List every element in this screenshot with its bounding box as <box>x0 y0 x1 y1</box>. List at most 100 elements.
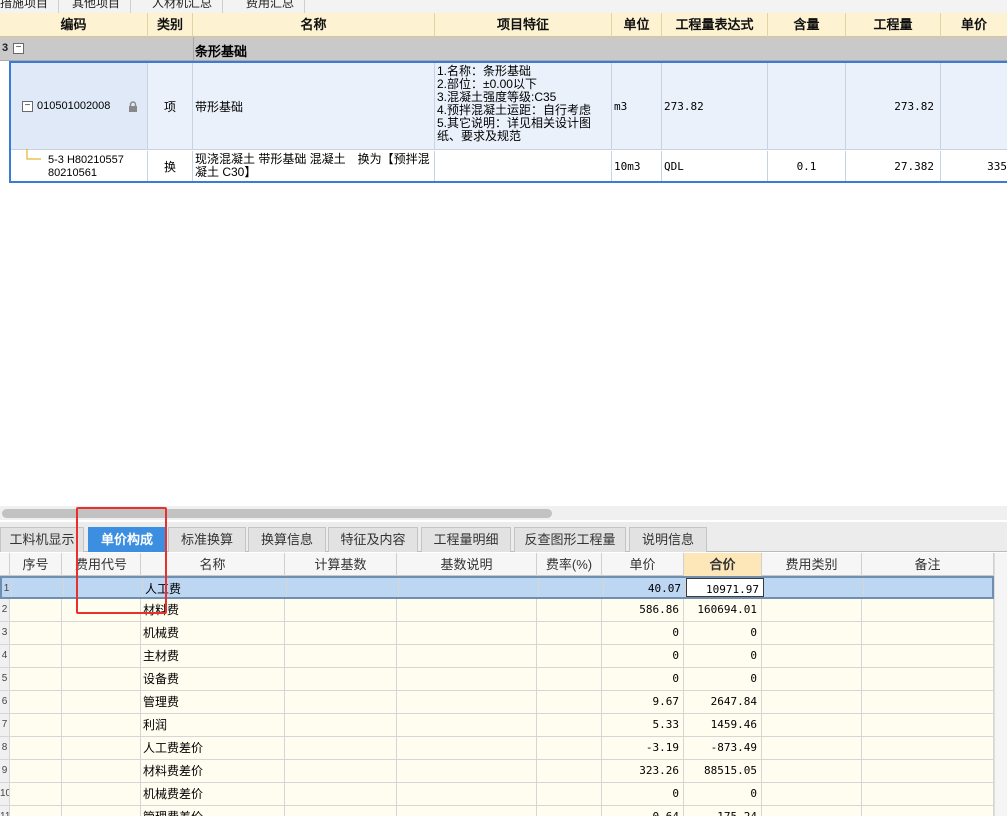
cell-remarks[interactable] <box>862 760 994 782</box>
cell-fee-name[interactable]: 人工费 <box>143 578 287 597</box>
cell-calc-base[interactable] <box>285 599 397 621</box>
cell-base-desc[interactable] <box>397 645 537 667</box>
cell-seq[interactable] <box>10 714 62 736</box>
col-rate[interactable]: 费率(%) <box>537 553 602 576</box>
cell-rate[interactable] <box>537 806 602 816</box>
cell-remarks[interactable] <box>862 622 994 644</box>
cell-fee-name[interactable]: 材料费 <box>141 599 285 621</box>
cell-base-desc[interactable] <box>397 760 537 782</box>
cell-calc-base[interactable] <box>285 737 397 759</box>
cell-fee-category[interactable] <box>762 714 862 736</box>
cell-fee-code[interactable] <box>62 783 141 805</box>
cell-unit-price[interactable]: 586.86 <box>602 599 684 621</box>
cell-unit-price[interactable]: 0 <box>602 783 684 805</box>
cell-calc-base[interactable] <box>285 783 397 805</box>
cell-fee-category[interactable] <box>762 760 862 782</box>
cell-rate[interactable] <box>537 737 602 759</box>
col-type[interactable]: 类别 <box>148 13 193 37</box>
cell-fee-name[interactable]: 主材费 <box>141 645 285 667</box>
cell-rate[interactable] <box>539 578 604 597</box>
table-row[interactable]: 11 管理费差价 0.64175.24 <box>0 806 994 816</box>
cell-unit-price[interactable]: 5.33 <box>602 714 684 736</box>
cell-total[interactable]: 0 <box>684 783 762 805</box>
cell-remarks[interactable] <box>862 668 994 690</box>
col-fee-category[interactable]: 费用类别 <box>762 553 862 576</box>
top-tab-fee-summary[interactable]: 费用汇总 <box>236 0 306 13</box>
cell-fee-category[interactable] <box>762 668 862 690</box>
cell-calc-base[interactable] <box>285 691 397 713</box>
cell-rate[interactable] <box>537 691 602 713</box>
cell-total[interactable]: 10971.97 <box>686 578 764 597</box>
top-tab-labor-material-machine[interactable]: 人材机汇总 <box>142 0 224 13</box>
col-seq[interactable]: 序号 <box>10 553 62 576</box>
cell-fee-name[interactable]: 机械费差价 <box>141 783 285 805</box>
cell-fee-code[interactable] <box>62 737 141 759</box>
cell-base-desc[interactable] <box>397 737 537 759</box>
cell-seq[interactable] <box>10 737 62 759</box>
col-content[interactable]: 含量 <box>768 13 846 37</box>
tab-unit-price-composition[interactable]: 单价构成 <box>88 527 166 552</box>
col-total[interactable]: 合价 <box>684 553 762 576</box>
table-row[interactable]: 8 人工费差价 -3.19 -873.49 <box>0 737 994 760</box>
tab-description-info[interactable]: 说明信息 <box>629 527 707 552</box>
cell-unit-price[interactable]: 0 <box>602 668 684 690</box>
cell-fee-name[interactable]: 利润 <box>141 714 285 736</box>
table-row[interactable]: 9 材料费差价 323.26 88515.05 <box>0 760 994 783</box>
cell-fee-code[interactable] <box>64 578 143 597</box>
tab-graphic-quantity-lookup[interactable]: 反查图形工程量 <box>514 527 626 552</box>
cell-unit-price[interactable]: 323.26 <box>602 760 684 782</box>
cell-seq[interactable] <box>12 578 64 597</box>
cell-calc-base[interactable] <box>285 668 397 690</box>
cell-remarks[interactable] <box>862 691 994 713</box>
cell-total[interactable]: 0 <box>684 622 762 644</box>
col-fee-code[interactable]: 费用代号 <box>62 553 141 576</box>
cell-unit-price[interactable]: 40.07 <box>604 578 686 597</box>
cell-unit-price[interactable]: 9.67 <box>602 691 684 713</box>
cell-rate[interactable] <box>537 668 602 690</box>
cell-unit-price[interactable]: 0 <box>602 622 684 644</box>
cell-seq[interactable] <box>10 760 62 782</box>
top-tab-measures[interactable]: 措施项目 <box>0 0 60 13</box>
cell-remarks[interactable] <box>862 645 994 667</box>
cell-fee-code[interactable] <box>62 714 141 736</box>
col-name[interactable]: 名称 <box>193 13 435 37</box>
cell-seq[interactable] <box>10 783 62 805</box>
col-unit[interactable]: 单位 <box>612 13 662 37</box>
cell-calc-base[interactable] <box>285 645 397 667</box>
cell-fee-category[interactable] <box>762 645 862 667</box>
cell-calc-base[interactable] <box>285 806 397 816</box>
cell-rate[interactable] <box>537 622 602 644</box>
cell-calc-base[interactable] <box>285 760 397 782</box>
cell-total[interactable]: 88515.05 <box>684 760 762 782</box>
col-code[interactable]: 编码 <box>0 13 148 37</box>
cell-fee-code[interactable] <box>62 760 141 782</box>
cell-remarks[interactable] <box>862 599 994 621</box>
cell-calc-base[interactable] <box>285 714 397 736</box>
cell-rate[interactable] <box>537 760 602 782</box>
cell-base-desc[interactable] <box>399 578 539 597</box>
col-qty-expr[interactable]: 工程量表达式 <box>662 13 768 37</box>
cell-seq[interactable] <box>10 668 62 690</box>
table-row[interactable]: 1 人工费 40.07 10971.97 <box>0 576 994 599</box>
cell-fee-category[interactable] <box>762 691 862 713</box>
cell-remarks[interactable] <box>862 783 994 805</box>
cell-total[interactable]: -873.49 <box>684 737 762 759</box>
col-unit-price[interactable]: 单价 <box>941 13 1007 37</box>
col-quantity[interactable]: 工程量 <box>846 13 941 37</box>
cell-seq[interactable] <box>10 691 62 713</box>
cell-calc-base[interactable] <box>287 578 399 597</box>
cell-base-desc[interactable] <box>397 714 537 736</box>
tab-labor-material-display[interactable]: 工料机显示 <box>0 527 84 552</box>
cell-seq[interactable] <box>10 599 62 621</box>
cell-rate[interactable] <box>537 599 602 621</box>
scrollbar-thumb[interactable] <box>2 509 552 518</box>
table-row[interactable]: 6 管理费 9.67 2647.84 <box>0 691 994 714</box>
cell-fee-code[interactable] <box>62 668 141 690</box>
cell-unit-price[interactable]: 0.64 <box>602 806 684 816</box>
cell-fee-code[interactable] <box>62 691 141 713</box>
table-row[interactable]: 2 材料费 586.86 160694.01 <box>0 599 994 622</box>
cell-total[interactable]: 2647.84 <box>684 691 762 713</box>
cell-fee-category[interactable] <box>764 578 864 597</box>
cell-base-desc[interactable] <box>397 622 537 644</box>
cell-base-desc[interactable] <box>397 599 537 621</box>
